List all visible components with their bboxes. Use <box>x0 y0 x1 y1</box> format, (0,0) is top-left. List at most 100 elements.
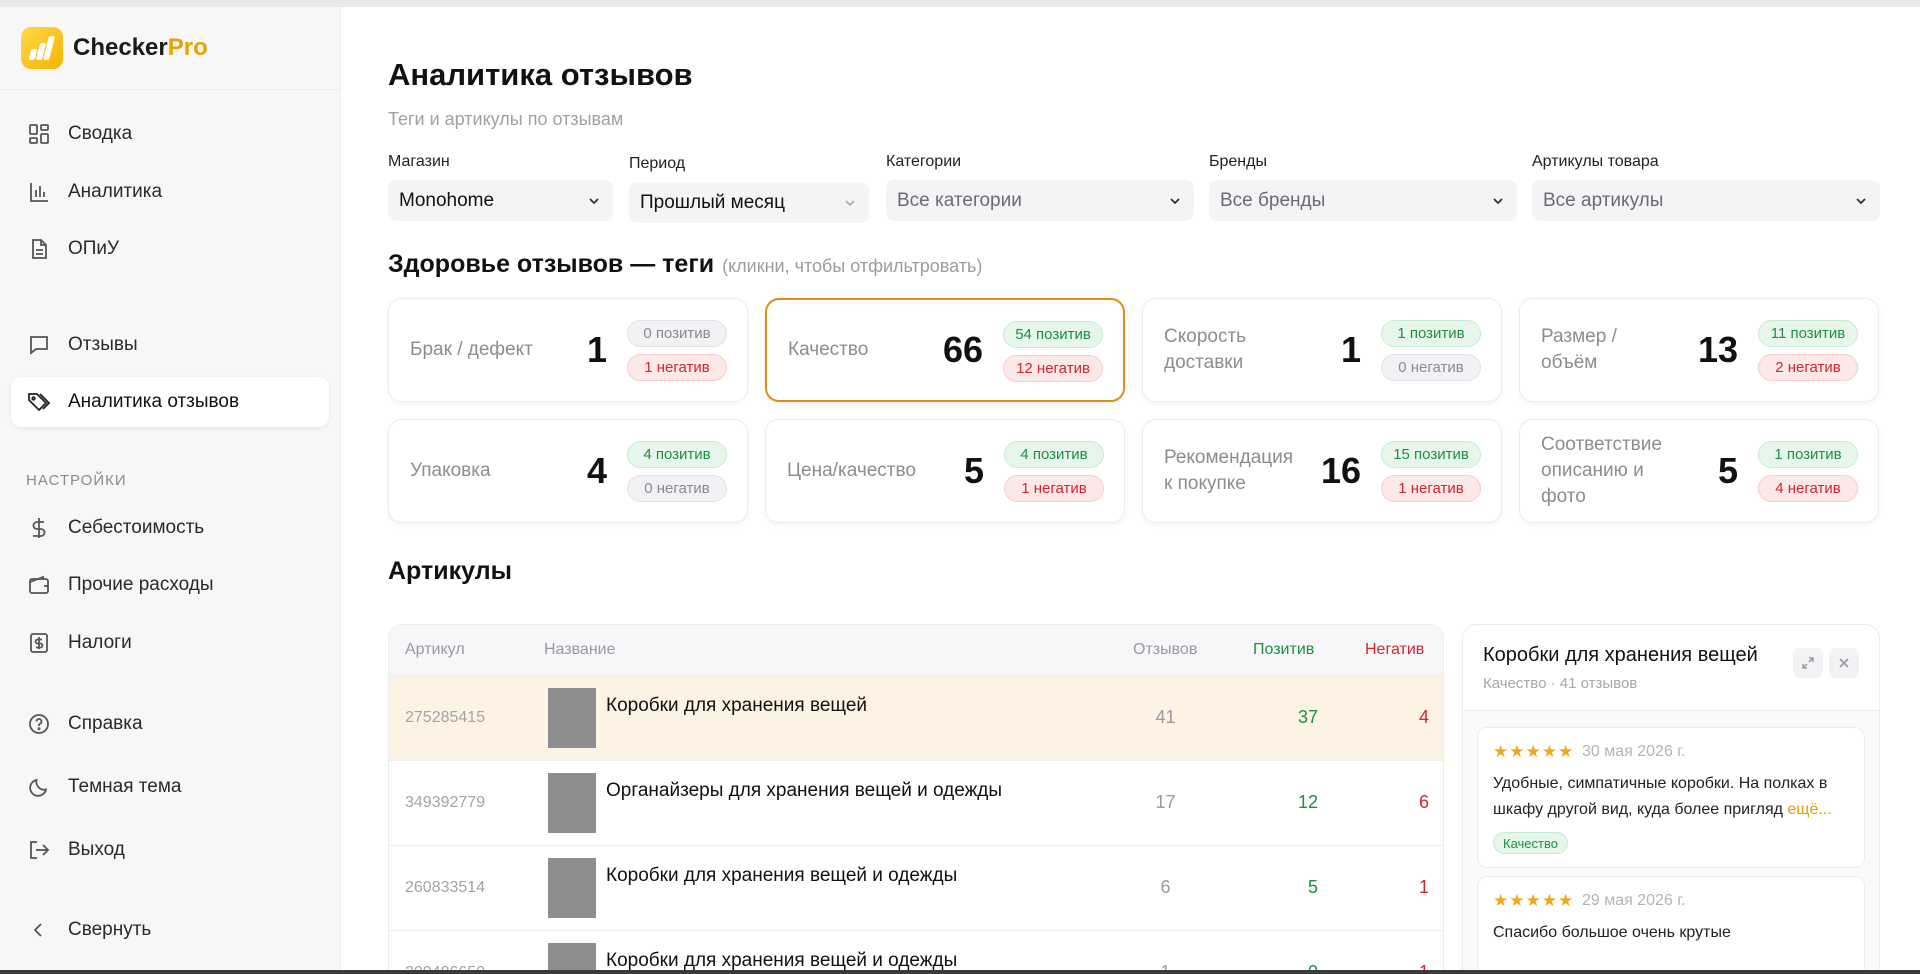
review-text-body: Удобные, симпатичные коробки. На полках … <box>1493 775 1828 818</box>
tag-name: Рекомендация к покупке <box>1164 447 1294 494</box>
tag-name: Соответствие описанию и фото <box>1541 434 1662 507</box>
logout-icon <box>27 838 51 862</box>
store-select[interactable]: Monohome <box>388 180 613 221</box>
table-row[interactable]: 260833514 Коробки для хранения вещей и о… <box>389 845 1443 930</box>
reviews-panel: Коробки для хранения вещей Качество · 41… <box>1462 624 1880 974</box>
filter-label: Период <box>629 155 686 172</box>
tag-card-price-quality[interactable]: Цена/качество 5 4 позитив 1 негатив <box>765 419 1125 523</box>
row-positive: 37 <box>1297 707 1318 727</box>
tags-section-heading: Здоровье отзывов — теги <box>388 250 715 278</box>
read-more-link[interactable]: ещё... <box>1787 801 1831 818</box>
chevron-down-icon <box>1493 197 1503 204</box>
tags-icon <box>27 390 51 414</box>
row-reviews: 17 <box>1155 792 1176 812</box>
chevron-down-icon <box>845 199 855 206</box>
chevron-left-icon <box>27 918 51 942</box>
positive-badge: 15 позитив <box>1381 441 1481 468</box>
sidebar-item-dark-theme[interactable]: Темная тема <box>11 762 329 812</box>
filter-label: Артикулы товара <box>1532 153 1659 170</box>
sidebar-item-label: Справка <box>68 713 143 734</box>
row-reviews: 41 <box>1155 707 1176 727</box>
column-header-article[interactable]: Артикул <box>405 641 465 659</box>
period-select[interactable]: Прошлый месяц <box>629 182 869 223</box>
tag-card-size[interactable]: Размер / объём 13 11 позитив 2 негатив <box>1519 298 1879 402</box>
sidebar-item-help[interactable]: Справка <box>11 699 329 749</box>
sidebar-item-label: Прочие расходы <box>68 574 214 595</box>
moon-icon <box>27 775 51 799</box>
review-card: ★★★★★ 30 мая 2026 г. Удобные, симпатичны… <box>1477 727 1865 868</box>
chevron-down-icon <box>1856 197 1866 204</box>
sidebar-item-label: Налоги <box>68 632 132 653</box>
tag-card-description-match[interactable]: Соответствие описанию и фото 5 1 позитив… <box>1519 419 1879 523</box>
sidebar-item-label: Аналитика отзывов <box>68 391 240 412</box>
sidebar-item-summary[interactable]: Сводка <box>11 109 329 159</box>
tag-count: 4 <box>586 450 607 491</box>
tags-section-hint: (кликни, чтобы отфильтровать) <box>722 256 983 276</box>
positive-badge: 4 позитив <box>1004 441 1104 468</box>
filter-value: Все артикулы <box>1543 189 1664 211</box>
review-card: ★★★★★ 29 мая 2026 г. Спасибо большое оче… <box>1477 876 1865 974</box>
tag-count: 1 <box>586 329 607 370</box>
column-header-reviews[interactable]: Отзывов <box>1133 641 1197 659</box>
sidebar-item-logout[interactable]: Выход <box>11 825 329 875</box>
review-date: 29 мая 2026 г. <box>1582 892 1686 909</box>
row-article: 349392779 <box>405 794 486 811</box>
sidebar-collapse-button[interactable]: Свернуть <box>11 905 329 955</box>
panel-title: Коробки для хранения вещей <box>1483 644 1758 666</box>
sidebar-item-analytics[interactable]: Аналитика <box>11 167 329 217</box>
row-article: 275285415 <box>405 709 486 726</box>
positive-badge: 4 позитив <box>627 441 727 468</box>
expand-icon <box>1802 657 1814 669</box>
column-header-name[interactable]: Название <box>544 641 616 659</box>
close-button[interactable] <box>1829 648 1859 678</box>
row-name: Коробки для хранения вещей и одежды <box>606 950 958 971</box>
row-article: 260833514 <box>405 879 486 896</box>
tag-name: Скорость доставки <box>1164 326 1247 373</box>
filter-categories: Категории Все категории <box>886 153 1194 221</box>
sidebar-item-other-expenses[interactable]: Прочие расходы <box>11 560 329 610</box>
tag-card-delivery-speed[interactable]: Скорость доставки 1 1 позитив 0 негатив <box>1142 298 1502 402</box>
tag-card-recommendation[interactable]: Рекомендация к покупке 16 15 позитив 1 н… <box>1142 419 1502 523</box>
rating-stars: ★★★★★ <box>1493 891 1575 910</box>
expand-button[interactable] <box>1793 648 1823 678</box>
message-icon <box>27 333 51 357</box>
articles-select[interactable]: Все артикулы <box>1532 180 1880 221</box>
tag-card-packaging[interactable]: Упаковка 4 4 позитив 0 негатив <box>388 419 748 523</box>
chevron-down-icon <box>589 197 599 204</box>
sidebar-item-label: Сводка <box>68 123 133 144</box>
sidebar-item-review-analytics[interactable]: Аналитика отзывов <box>11 377 329 427</box>
table-row[interactable]: 209486650 Коробки для хранения вещей и о… <box>389 930 1443 974</box>
brand-logo[interactable]: CheckerPro <box>21 27 208 69</box>
sidebar-item-cost[interactable]: Себестоимость <box>11 503 329 553</box>
filter-period: Период Прошлый месяц <box>629 155 869 223</box>
table-row[interactable]: 275285415 Коробки для хранения вещей 41 … <box>389 675 1443 760</box>
sidebar-item-label: Выход <box>68 839 125 860</box>
bar-chart-icon <box>27 180 51 204</box>
sidebar-item-taxes[interactable]: Налоги <box>11 618 329 668</box>
tag-card-quality[interactable]: Качество 66 54 позитив 12 негатив <box>765 298 1125 402</box>
filter-store: Магазин Monohome <box>388 153 613 221</box>
column-header-negative[interactable]: Негатив <box>1365 641 1424 659</box>
brands-select[interactable]: Все бренды <box>1209 180 1517 221</box>
column-header-positive[interactable]: Позитив <box>1253 641 1314 659</box>
filter-label: Магазин <box>388 153 450 170</box>
sidebar-item-label: Себестоимость <box>68 517 205 538</box>
categories-select[interactable]: Все категории <box>886 180 1194 221</box>
page-title: Аналитика отзывов <box>388 57 693 92</box>
row-negative: 4 <box>1418 707 1429 727</box>
tag-count: 5 <box>1717 450 1738 491</box>
tag-count: 66 <box>942 329 983 370</box>
articles-section-title: Артикулы <box>388 557 512 585</box>
tag-card-defect[interactable]: Брак / дефект 1 0 позитив 1 негатив <box>388 298 748 402</box>
row-positive: 12 <box>1297 792 1318 812</box>
sidebar: CheckerPro Сводка Аналитика ОПиУ Отзывы … <box>0 7 341 970</box>
sidebar-item-label: Темная тема <box>68 776 182 797</box>
sidebar-item-reviews[interactable]: Отзывы <box>11 320 329 370</box>
table-row[interactable]: 349392779 Органайзеры для хранения вещей… <box>389 760 1443 845</box>
row-reviews: 6 <box>1160 877 1171 897</box>
positive-badge: 54 позитив <box>1003 321 1103 348</box>
sidebar-item-opiu[interactable]: ОПиУ <box>11 224 329 274</box>
rating-stars: ★★★★★ <box>1493 742 1575 761</box>
chevron-down-icon <box>1170 197 1180 204</box>
page-subtitle: Теги и артикулы по отзывам <box>388 109 624 129</box>
